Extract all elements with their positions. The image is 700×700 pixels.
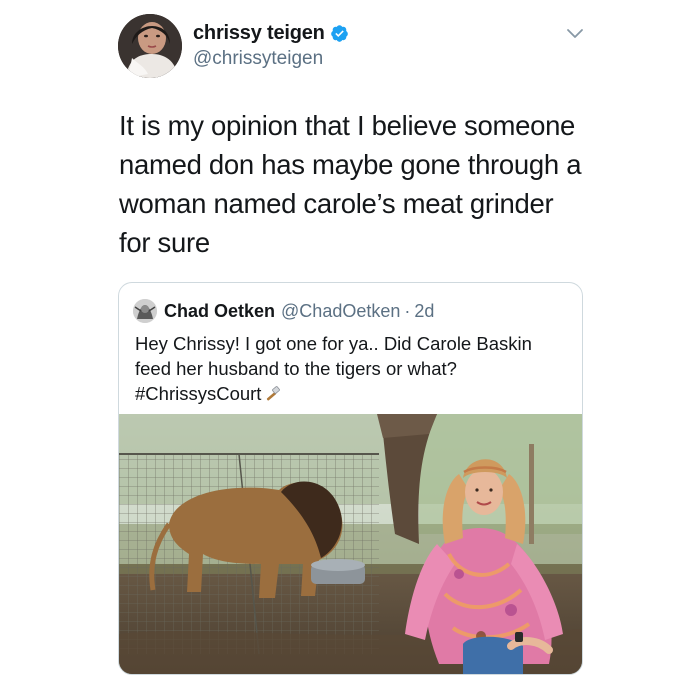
hammer-icon: [267, 386, 281, 401]
quoted-author-avatar[interactable]: [133, 299, 157, 323]
author-block[interactable]: chrissy teigen @chrissyteigen: [193, 20, 349, 70]
quoted-author-handle[interactable]: @ChadOetken: [281, 301, 400, 322]
quoted-timestamp[interactable]: 2d: [414, 301, 434, 322]
chevron-down-icon[interactable]: [566, 28, 584, 40]
quoted-tweet-card[interactable]: Chad Oetken @ChadOetken · 2d Hey Chrissy…: [118, 282, 583, 675]
avatar-photo: [118, 14, 182, 78]
quoted-separator: ·: [404, 300, 411, 321]
quoted-tweet-text-body: Hey Chrissy! I got one for ya.. Did Caro…: [135, 333, 532, 404]
verified-badge-icon: [330, 24, 348, 42]
photo-lion-and-woman: [119, 414, 582, 674]
author-avatar[interactable]: [118, 14, 182, 78]
author-display-name[interactable]: chrissy teigen: [193, 22, 325, 45]
tweet-text: It is my opinion that I believe someone …: [119, 110, 582, 258]
quoted-tweet-photo[interactable]: [119, 414, 582, 674]
author-handle[interactable]: @chrissyteigen: [193, 48, 349, 70]
quoted-author-name[interactable]: Chad Oetken: [164, 301, 275, 322]
quoted-tweet-header: Chad Oetken @ChadOetken · 2d: [133, 299, 434, 323]
quoted-tweet-text: Hey Chrissy! I got one for ya.. Did Caro…: [135, 331, 565, 406]
quoted-avatar-photo: [133, 299, 157, 323]
tweet[interactable]: chrissy teigen @chrissyteigen It is my o…: [0, 0, 700, 700]
